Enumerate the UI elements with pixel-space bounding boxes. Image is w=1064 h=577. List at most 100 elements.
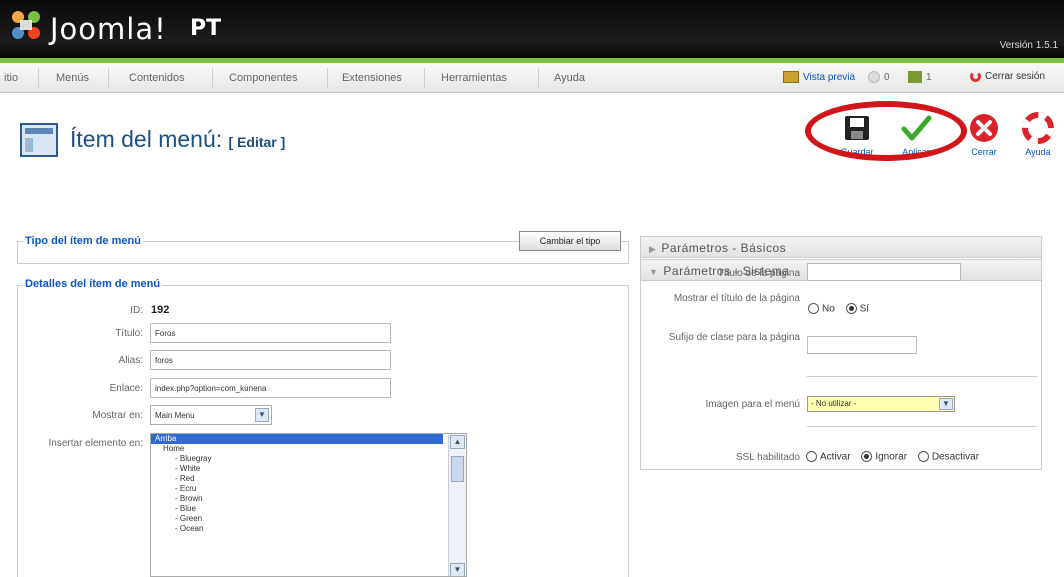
close-label: Cerrar	[971, 147, 997, 157]
params-divider	[807, 426, 1037, 427]
menu-item-icon	[20, 123, 58, 157]
insert-label: Insertar elemento en:	[48, 438, 144, 449]
list-item[interactable]: - Red	[151, 474, 466, 484]
main-menu-bar: itio Menús Contenidos Componentes Extens…	[0, 63, 1064, 93]
menu-tools[interactable]: Herramientas	[441, 72, 507, 84]
show-in-label: Mostrar en:	[92, 410, 143, 421]
menu-image-label: Imagen para el menú	[705, 399, 800, 410]
ssl-label: SSL habilitado	[735, 452, 800, 463]
menu-separator	[108, 68, 109, 88]
chevron-right-icon: ▶	[649, 244, 657, 254]
listbox-scrollbar[interactable]: ▲ ▼	[448, 434, 466, 576]
preview-icon	[783, 71, 799, 83]
show-title-no-label: No	[822, 303, 835, 315]
show-in-value: Main Menu	[155, 411, 195, 420]
admin-header: Joomla! PT Versión 1.5.1	[0, 0, 1064, 60]
class-suffix-label: Sufijo de clase para la página	[668, 332, 800, 343]
close-icon	[970, 114, 998, 142]
scroll-thumb[interactable]	[451, 456, 464, 482]
highlight-annotation-oval	[805, 101, 967, 161]
show-in-select[interactable]: Main Menu ▼	[150, 405, 272, 425]
ssl-ignore-radio[interactable]	[861, 451, 873, 462]
show-title-radio-group: No Sí	[800, 303, 869, 315]
users-status[interactable]: 1	[908, 71, 932, 83]
lifebuoy-icon	[1022, 112, 1054, 144]
link-input[interactable]: index.php?option=com_kunena	[150, 378, 391, 398]
menu-content[interactable]: Contenidos	[129, 72, 185, 84]
ssl-deactivate-radio[interactable]	[917, 451, 929, 462]
brand-name: Joomla!	[50, 12, 167, 46]
menu-separator	[424, 68, 425, 88]
preview-label: Vista previa	[803, 71, 856, 83]
page-title-main: Ítem del menú:	[70, 126, 223, 152]
logout-label: Cerrar sesión	[985, 71, 1046, 82]
ssl-activate-radio[interactable]	[806, 451, 817, 462]
menu-separator	[212, 68, 213, 88]
params-divider	[807, 376, 1037, 377]
item-type-legend: Tipo del ítem de menú	[23, 235, 143, 247]
class-suffix-input[interactable]	[807, 336, 917, 354]
title-input[interactable]: Foros	[150, 323, 391, 343]
params-basic-header[interactable]: ▶ Parámetros - Básicos	[640, 236, 1042, 258]
ssl-activate-label: Activar	[820, 451, 851, 463]
list-item[interactable]: - Green	[151, 514, 466, 524]
page-title-input[interactable]	[807, 263, 961, 281]
logout-icon	[970, 71, 981, 82]
close-button[interactable]: Cerrar	[960, 108, 1008, 172]
ssl-ignore-label: Ignorar	[875, 451, 908, 463]
version-label: Versión 1.5.1	[999, 40, 1058, 51]
page-title-label: Título de la página	[717, 268, 800, 279]
list-item[interactable]: Arriba	[151, 434, 443, 444]
show-title-label: Mostrar el título de la página	[673, 293, 800, 304]
page-title-sub: [ Editar ]	[228, 134, 286, 150]
show-title-yes-radio[interactable]	[845, 303, 857, 314]
scroll-down-icon[interactable]: ▼	[450, 563, 465, 576]
menu-help[interactable]: Ayuda	[554, 72, 585, 84]
joomla-logo-icon	[12, 11, 40, 39]
menu-image-select[interactable]: - No utilizar - ▼	[807, 396, 955, 412]
insert-position-listbox[interactable]: Arriba Home - Bluegray - White - Red - E…	[150, 433, 467, 577]
menu-site[interactable]: itio	[4, 72, 18, 84]
list-item[interactable]: - Blue	[151, 504, 466, 514]
logout-link[interactable]: Cerrar sesión	[970, 71, 1045, 82]
menu-components[interactable]: Componentes	[229, 72, 298, 84]
change-type-button[interactable]: Cambiar el tipo	[519, 231, 621, 251]
id-label: ID:	[130, 305, 143, 316]
users-icon	[908, 71, 922, 83]
scroll-up-icon[interactable]: ▲	[450, 435, 465, 449]
alias-input[interactable]: foros	[150, 350, 391, 370]
messages-icon	[868, 71, 880, 83]
users-count: 1	[926, 71, 932, 83]
brand-suffix: PT	[190, 16, 222, 41]
messages-status[interactable]: 0	[868, 71, 890, 83]
item-details-legend: Detalles del ítem de menú	[23, 278, 163, 290]
messages-count: 0	[884, 71, 890, 83]
ssl-deactivate-label: Desactivar	[931, 451, 980, 463]
help-label: Ayuda	[1025, 147, 1051, 157]
page-title: Ítem del menú: [ Editar ]	[70, 126, 285, 153]
list-item[interactable]: Home	[151, 444, 466, 454]
id-value: 192	[151, 304, 170, 316]
list-item[interactable]: - Ecru	[151, 484, 466, 494]
menu-separator	[38, 68, 39, 88]
chevron-down-icon: ▼	[255, 408, 269, 422]
menu-separator	[327, 68, 328, 88]
params-basic-label: Parámetros - Básicos	[661, 241, 787, 255]
show-title-yes-label: Sí	[859, 303, 870, 315]
alias-label: Alias:	[118, 355, 143, 366]
preview-link[interactable]: Vista previa	[783, 71, 855, 83]
list-item[interactable]: - Ocean	[151, 524, 466, 534]
title-label: Título:	[115, 328, 143, 339]
help-button[interactable]: Ayuda	[1014, 108, 1062, 172]
link-label: Enlace:	[109, 383, 143, 394]
show-title-no-radio[interactable]	[808, 303, 819, 314]
ssl-radio-group: Activar Ignorar Desactivar	[798, 451, 979, 463]
menu-extensions[interactable]: Extensiones	[342, 72, 402, 84]
menu-image-value: - No utilizar -	[811, 399, 857, 408]
menu-menus[interactable]: Menús	[56, 72, 89, 84]
list-item[interactable]: - Brown	[151, 494, 466, 504]
list-item[interactable]: - White	[151, 464, 466, 474]
chevron-down-icon: ▼	[939, 398, 953, 410]
menu-separator	[538, 68, 539, 88]
list-item[interactable]: - Bluegray	[151, 454, 466, 464]
